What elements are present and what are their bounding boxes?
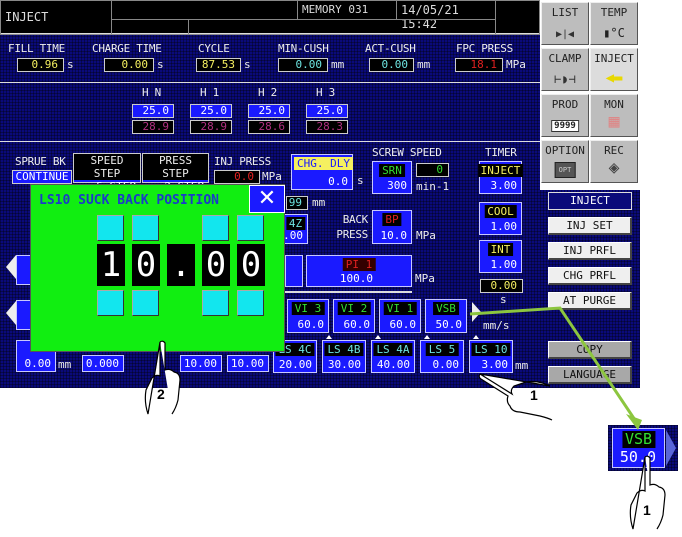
callout-leader (469, 306, 642, 430)
hand-pointer-icon (144, 340, 181, 415)
step-number-1-callout: 1 (643, 502, 651, 518)
hand-pointer-icon (478, 373, 553, 421)
step-number-2: 2 (157, 386, 165, 402)
hand-pointer-icon (629, 455, 666, 530)
step-number-1: 1 (530, 387, 538, 403)
